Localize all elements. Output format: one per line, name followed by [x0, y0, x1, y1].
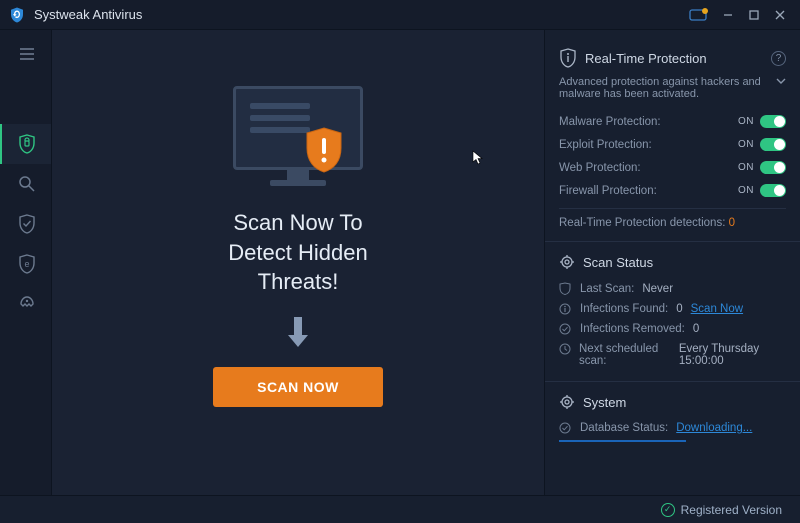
down-arrow-icon [284, 315, 312, 349]
scan-status-title: Scan Status [583, 255, 653, 270]
toggle-web: Web Protection: ON [559, 156, 786, 179]
menu-toggle[interactable] [0, 34, 51, 74]
next-scan-row: Next scheduled scan: Every Thursday 15:0… [559, 339, 786, 371]
registered-check-icon: ✓ [661, 503, 675, 517]
infections-removed-row: Infections Removed: 0 [559, 319, 786, 339]
shield-check-icon [559, 282, 572, 295]
maximize-button[interactable] [742, 3, 766, 27]
db-progress [559, 440, 686, 442]
infections-found-value: 0 [676, 303, 682, 315]
rtp-detections: Real-Time Protection detections: 0 [559, 208, 786, 231]
infections-removed-label: Infections Removed: [580, 323, 685, 335]
shield-info-icon [559, 48, 577, 68]
db-status-label: Database Status: [580, 422, 668, 434]
info-icon [559, 303, 572, 315]
scan-now-button[interactable]: SCAN NOW [213, 367, 383, 407]
svg-text:e: e [24, 259, 29, 269]
scan-heading-line2: Detect Hidden [228, 240, 367, 265]
toggle-firewall-label: Firewall Protection: [559, 185, 657, 197]
system-section: System Database Status: Downloading... [545, 381, 800, 452]
last-scan-value: Never [642, 283, 673, 295]
rtp-title: Real-Time Protection [585, 51, 707, 66]
monitor-illustration [233, 86, 363, 194]
clock-icon [559, 343, 571, 355]
titlebar: Systweak Antivirus [0, 0, 800, 30]
gear-icon [559, 254, 575, 270]
app-logo-icon [8, 6, 26, 24]
toggle-malware: Malware Protection: ON [559, 110, 786, 133]
gear-icon [559, 394, 575, 410]
toggle-exploit-label: Exploit Protection: [559, 139, 652, 151]
toggle-malware-switch[interactable] [760, 115, 786, 128]
last-scan-label: Last Scan: [580, 283, 634, 295]
check-circle-icon [559, 422, 572, 434]
rtp-advanced-line[interactable]: Advanced protection against hackers and … [559, 76, 786, 100]
sidebar: e [0, 30, 52, 495]
sidebar-item-protection[interactable] [0, 204, 51, 244]
rtp-detections-label: Real-Time Protection detections: [559, 217, 725, 229]
close-button[interactable] [768, 3, 792, 27]
scan-status-section: Scan Status Last Scan: Never Infections … [545, 241, 800, 381]
toggle-exploit-switch[interactable] [760, 138, 786, 151]
sidebar-item-scan[interactable] [0, 164, 51, 204]
center-panel: Scan Now To Detect Hidden Threats! SCAN … [52, 30, 544, 495]
rtp-section: Real-Time Protection ? Advanced protecti… [545, 30, 800, 241]
sidebar-item-boost[interactable] [0, 284, 51, 324]
scan-heading-line1: Scan Now To [233, 210, 362, 235]
system-title: System [583, 395, 626, 410]
right-panel: Real-Time Protection ? Advanced protecti… [544, 30, 800, 495]
notification-icon[interactable] [688, 7, 710, 23]
toggle-web-label: Web Protection: [559, 162, 641, 174]
minimize-button[interactable] [716, 3, 740, 27]
db-status-row: Database Status: Downloading... [559, 418, 786, 438]
infections-removed-value: 0 [693, 323, 699, 335]
main-area: Scan Now To Detect Hidden Threats! SCAN … [52, 30, 800, 495]
toggle-web-switch[interactable] [760, 161, 786, 174]
rtp-detections-count: 0 [729, 217, 735, 229]
sidebar-item-home[interactable] [0, 124, 51, 164]
scan-heading-line3: Threats! [258, 269, 339, 294]
last-scan-row: Last Scan: Never [559, 278, 786, 299]
scan-heading: Scan Now To Detect Hidden Threats! [228, 208, 367, 297]
infections-found-row: Infections Found: 0 Scan Now [559, 299, 786, 319]
footer: ✓ Registered Version [0, 495, 800, 523]
check-circle-icon [559, 323, 572, 335]
chevron-down-icon [776, 76, 786, 86]
toggle-firewall-switch[interactable] [760, 184, 786, 197]
infections-found-label: Infections Found: [580, 303, 668, 315]
scan-now-link[interactable]: Scan Now [691, 303, 743, 315]
toggle-firewall: Firewall Protection: ON [559, 179, 786, 202]
sidebar-item-quarantine[interactable]: e [0, 244, 51, 284]
next-scan-label: Next scheduled scan: [579, 343, 671, 367]
db-status-value: Downloading... [676, 422, 752, 434]
help-icon[interactable]: ? [771, 51, 786, 66]
alert-shield-icon [303, 126, 345, 174]
rtp-advanced-text: Advanced protection against hackers and … [559, 76, 770, 100]
next-scan-value: Every Thursday 15:00:00 [679, 343, 786, 367]
app-title: Systweak Antivirus [34, 7, 142, 22]
toggle-malware-label: Malware Protection: [559, 116, 661, 128]
toggle-exploit: Exploit Protection: ON [559, 133, 786, 156]
footer-status: Registered Version [681, 503, 782, 517]
